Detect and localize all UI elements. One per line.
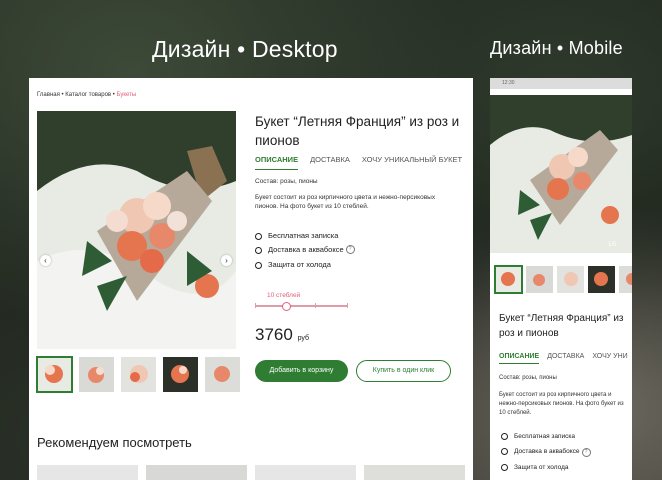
breadcrumb-catalog[interactable]: Каталог товаров: [65, 92, 111, 98]
option-cold-protection[interactable]: Защита от холода: [255, 260, 331, 269]
recommended-card[interactable]: [146, 465, 247, 480]
recommended-card[interactable]: [364, 465, 465, 480]
radio-icon[interactable]: [255, 246, 262, 254]
mobile-product-title: Букет “Летняя Франция” из роз и пионов: [499, 313, 624, 339]
product-title: Букет “Летняя Франция” из роз и пионов: [255, 114, 460, 148]
help-icon[interactable]: ?: [581, 448, 591, 457]
gallery-thumb[interactable]: [619, 266, 632, 293]
buy-one-click-button[interactable]: Купить в один клик: [356, 360, 451, 382]
gallery-thumb[interactable]: [205, 357, 240, 392]
recommended-card[interactable]: [255, 465, 356, 480]
recommended-title: Рекомендуем посмотреть: [37, 435, 192, 450]
product-description: Букет состоит из роз кирпичного цвета и …: [255, 194, 436, 210]
bouquet-photo: [37, 111, 236, 349]
desktop-mockup: Главная • Каталог товаров • Букеты ‹ › Б…: [29, 78, 473, 480]
gallery-thumb[interactable]: [121, 357, 156, 392]
product-composition: Состав: розы, пионы: [255, 178, 318, 185]
gallery-thumb[interactable]: [588, 266, 615, 293]
slider-handle[interactable]: [282, 302, 291, 311]
gallery-thumb[interactable]: [557, 266, 584, 293]
product-main-image: ‹ ›: [37, 111, 236, 349]
gallery-counter: 1/5: [608, 242, 617, 248]
option-free-note[interactable]: Бесплатная записка: [501, 433, 575, 440]
tab-delivery[interactable]: ДОСТАВКА: [310, 155, 350, 164]
recommended-card[interactable]: [37, 465, 138, 480]
option-aquabox-delivery[interactable]: Доставка в аквабоксе?: [501, 448, 591, 457]
mobile-product-description: Букет состоит из роз кирпичного цвета и …: [499, 392, 624, 416]
tab-unique-bouquet[interactable]: ХОЧУ УНИКАЛЬНЫЙ БУКЕТ: [362, 155, 462, 164]
gallery-thumb[interactable]: [526, 266, 553, 293]
breadcrumb-home[interactable]: Главная: [37, 92, 60, 98]
help-icon[interactable]: ?: [345, 245, 355, 254]
mobile-product-composition: Состав: розы, пионы: [499, 375, 557, 381]
product-price: 3760 руб: [255, 325, 309, 344]
radio-icon[interactable]: [255, 232, 262, 240]
tab-description[interactable]: ОПИСАНИЕ: [499, 353, 540, 364]
radio-icon[interactable]: [501, 464, 508, 471]
breadcrumb-current: Букеты: [116, 92, 137, 98]
option-cold-protection[interactable]: Защита от холода: [501, 464, 569, 471]
bouquet-photo: [490, 95, 632, 253]
tab-delivery[interactable]: ДОСТАВКА: [547, 353, 584, 360]
breadcrumb: Главная • Каталог товаров • Букеты: [37, 92, 137, 98]
mobile-mockup: 12:30 1/5 Букет “Летняя Франция” из роз …: [490, 78, 632, 480]
desktop-heading: Дизайн • Desktop: [152, 36, 338, 62]
stems-label: 10 стеблей: [267, 292, 301, 299]
radio-icon[interactable]: [501, 448, 508, 455]
status-bar: 12:30: [490, 78, 632, 89]
gallery-next-button[interactable]: ›: [221, 255, 232, 266]
mobile-product-tabs: ОПИСАНИЕ ДОСТАВКА ХОЧУ УНИ: [499, 353, 632, 364]
option-free-note[interactable]: Бесплатная записка: [255, 231, 338, 240]
radio-icon[interactable]: [255, 261, 262, 269]
status-time: 12:30: [502, 80, 515, 86]
gallery-prev-button[interactable]: ‹: [40, 255, 51, 266]
tab-description[interactable]: ОПИСАНИЕ: [255, 155, 299, 170]
stems-slider[interactable]: [255, 302, 348, 311]
option-aquabox-delivery[interactable]: Доставка в аквабоксе?: [255, 245, 355, 254]
tab-unique-bouquet[interactable]: ХОЧУ УНИ: [592, 353, 627, 360]
gallery-thumb[interactable]: [36, 356, 73, 393]
mobile-heading: Дизайн • Mobile: [490, 38, 623, 58]
gallery-thumb[interactable]: [163, 357, 198, 392]
gallery-thumb[interactable]: [79, 357, 114, 392]
add-to-cart-button[interactable]: Добавить в корзину: [255, 360, 348, 382]
radio-icon[interactable]: [501, 433, 508, 440]
gallery-thumb[interactable]: [494, 265, 523, 294]
product-tabs: ОПИСАНИЕ ДОСТАВКА ХОЧУ УНИКАЛЬНЫЙ БУКЕТ: [255, 155, 473, 170]
mobile-main-image: [490, 95, 632, 253]
